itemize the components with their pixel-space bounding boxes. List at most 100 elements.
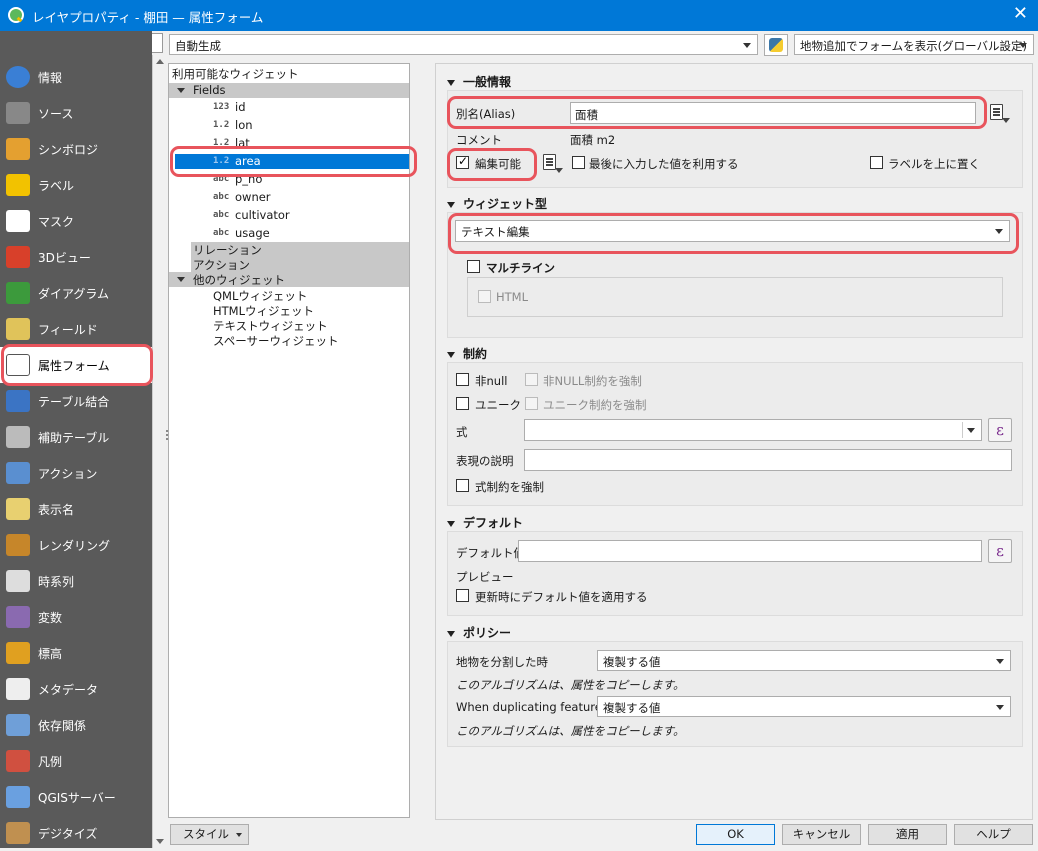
tree-fields-node[interactable]: Fields (169, 83, 409, 98)
layout-mode-combo[interactable]: 自動生成 (169, 34, 758, 55)
multiline-label: マルチライン (486, 261, 555, 275)
sidebar-item-9[interactable]: テーブル結合 (0, 383, 152, 419)
sidebar-item-14[interactable]: 時系列 (0, 563, 152, 599)
chevron-down-icon[interactable] (177, 277, 185, 282)
help-button[interactable]: ヘルプ (954, 824, 1033, 845)
sidebar-item-4[interactable]: マスク (0, 203, 152, 239)
defaults-section-header[interactable]: デフォルト (447, 514, 523, 531)
html-checkbox[interactable] (478, 290, 491, 303)
expression-input[interactable] (524, 419, 982, 441)
editable-data-defined-icon[interactable] (541, 153, 563, 175)
tree-field-item[interactable]: abc usage (169, 226, 409, 241)
scroll-up-icon[interactable] (156, 59, 164, 64)
chevron-down-icon[interactable] (177, 88, 185, 93)
sidebar-item-15[interactable]: 変数 (0, 599, 152, 635)
scroll-down-icon[interactable] (156, 839, 164, 844)
sidebar-item-10[interactable]: 補助テーブル (0, 419, 152, 455)
field-name: owner (235, 190, 271, 204)
sidebar-scrollbar[interactable] (152, 55, 166, 848)
tree-other-widget-item[interactable]: テキストウィジェット (169, 318, 409, 333)
tree-other-widget-item[interactable]: スペーサーウィジェット (169, 333, 409, 348)
sidebar-item-16[interactable]: 標高 (0, 635, 152, 671)
field-type-icon: abc (213, 228, 230, 238)
sidebar-item-label: ダイアグラム (38, 287, 110, 301)
tree-field-item[interactable]: abc owner (169, 190, 409, 205)
sidebar-item-label: フィールド (38, 323, 98, 337)
cancel-button[interactable]: キャンセル (782, 824, 861, 845)
sidebar-item-7[interactable]: フィールド (0, 311, 152, 347)
temporal-icon (6, 570, 30, 592)
sidebar-item-5[interactable]: 3Dビュー (0, 239, 152, 275)
ok-button[interactable]: OK (696, 824, 775, 845)
sidebar-item-label: 凡例 (38, 755, 63, 769)
enforce-expression-checkbox[interactable] (456, 479, 469, 492)
tree-other-widgets-node[interactable]: 他のウィジェット (169, 272, 409, 287)
tree-field-item[interactable]: 123 id (169, 100, 409, 115)
highlight-editable (447, 148, 537, 181)
tree-relations-node[interactable]: リレーション (191, 242, 409, 257)
sidebar-item-label: 変数 (38, 611, 63, 625)
general-section-header[interactable]: 一般情報 (447, 73, 511, 90)
sidebar-item-label: 3Dビュー (38, 251, 91, 265)
enforce-not-null-label: 非NULL制約を強制 (543, 374, 642, 388)
rendering-icon (6, 534, 30, 556)
sidebar-item-6[interactable]: ダイアグラム (0, 275, 152, 311)
tree-actions-node[interactable]: アクション (191, 257, 409, 272)
python-icon (769, 38, 783, 52)
tree-other-widget-item[interactable]: QMLウィジェット (169, 288, 409, 303)
default-expression-button[interactable]: ε (988, 539, 1012, 563)
form-suppress-value: 地物追加でフォームを表示(グローバル設定) (800, 39, 1028, 53)
sidebar-item-12[interactable]: 表示名 (0, 491, 152, 527)
sidebar-item-17[interactable]: メタデータ (0, 671, 152, 707)
policies-section-header[interactable]: ポリシー (447, 624, 511, 641)
sidebar-item-13[interactable]: レンダリング (0, 527, 152, 563)
not-null-checkbox[interactable] (456, 373, 469, 386)
chevron-down-icon (967, 428, 975, 433)
data-defined-override-icon[interactable] (988, 103, 1010, 125)
sidebar-item-label: 表示名 (38, 503, 75, 517)
sidebar-item-label: アクション (38, 467, 98, 481)
sidebar-item-2[interactable]: シンボロジ (0, 131, 152, 167)
sidebar-item-1[interactable]: ソース (0, 95, 152, 131)
enforce-unique-checkbox[interactable] (525, 397, 538, 410)
reuse-last-value-checkbox[interactable] (572, 156, 585, 169)
apply-button[interactable]: 適用 (868, 824, 947, 845)
split-policy-note: このアルゴリズムは、属性をコピーします。 (456, 678, 685, 692)
multiline-checkbox[interactable] (467, 260, 480, 273)
expression-description-input[interactable] (524, 449, 1012, 471)
sidebar-item-3[interactable]: ラベル (0, 167, 152, 203)
unique-checkbox[interactable] (456, 397, 469, 410)
qgis-logo-icon (8, 7, 24, 23)
chevron-down-icon (236, 833, 242, 837)
form-suppress-combo[interactable]: 地物追加でフォームを表示(グローバル設定) (794, 34, 1034, 55)
duplicate-policy-note: このアルゴリズムは、属性をコピーします。 (456, 724, 685, 738)
sidebar-item-19[interactable]: 凡例 (0, 743, 152, 779)
default-value-input[interactable] (518, 540, 982, 562)
preview-label: プレビュー (456, 570, 514, 584)
sidebar-item-20[interactable]: QGISサーバー (0, 779, 152, 815)
expression-builder-button[interactable]: ε (988, 418, 1012, 442)
highlight-area-field (170, 146, 417, 177)
label-on-top-checkbox[interactable] (870, 156, 883, 169)
sidebar-item-0[interactable]: 情報 (0, 59, 152, 95)
enforce-not-null-checkbox[interactable] (525, 373, 538, 386)
tree-field-item[interactable]: 1.2 lon (169, 118, 409, 133)
apply-default-on-update-checkbox[interactable] (456, 589, 469, 602)
sidebar-item-21[interactable]: デジタイズ (0, 815, 152, 851)
tree-field-item[interactable]: abc cultivator (169, 208, 409, 223)
source-icon (6, 102, 30, 124)
sidebar-item-11[interactable]: アクション (0, 455, 152, 491)
field-type-icon: 1.2 (213, 120, 230, 130)
style-button[interactable]: スタイル (170, 824, 249, 845)
duplicate-policy-combo[interactable]: 複製する値 (597, 696, 1011, 717)
diagram-icon (6, 282, 30, 304)
close-window-button[interactable]: ✕ (1013, 3, 1028, 24)
constraints-section-header[interactable]: 制約 (447, 345, 487, 362)
tree-other-widget-item[interactable]: HTMLウィジェット (169, 303, 409, 318)
widget-type-section-header[interactable]: ウィジェット型 (447, 195, 547, 212)
split-policy-combo[interactable]: 複製する値 (597, 650, 1011, 671)
python-init-button[interactable] (764, 34, 788, 56)
sidebar-item-18[interactable]: 依存関係 (0, 707, 152, 743)
split-policy-value: 複製する値 (603, 655, 661, 669)
expression-label: 式 (456, 425, 468, 439)
